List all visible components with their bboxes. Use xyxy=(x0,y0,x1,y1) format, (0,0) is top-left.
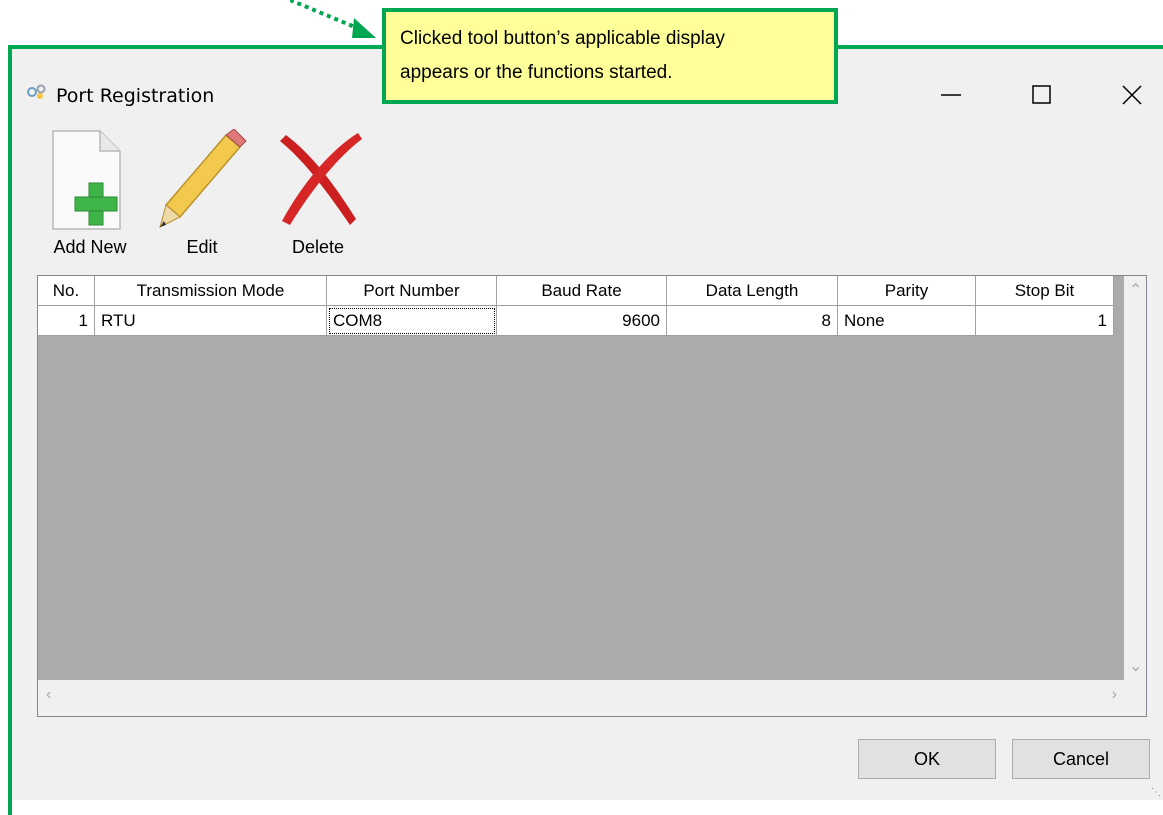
cell-parity[interactable]: None xyxy=(838,306,976,336)
port-registration-window: Port Registration Add New Edit Delete No… xyxy=(12,49,1163,800)
scroll-down-icon[interactable]: ⌄ xyxy=(1129,656,1142,676)
add-new-icon xyxy=(52,130,121,230)
scroll-right-icon[interactable]: › xyxy=(1112,686,1117,704)
grid-header: No. Transmission Mode Port Number Baud R… xyxy=(38,276,1114,306)
minimize-button[interactable] xyxy=(922,75,982,115)
edit-button[interactable]: Edit xyxy=(152,127,252,258)
resize-grip-icon[interactable]: ⋱ xyxy=(1151,787,1161,798)
delete-label: Delete xyxy=(291,237,345,257)
column-header-transmission-mode[interactable]: Transmission Mode xyxy=(95,276,327,306)
close-icon xyxy=(1122,85,1142,105)
scroll-up-icon[interactable]: ⌃ xyxy=(1129,280,1142,300)
maximize-icon xyxy=(1032,85,1051,104)
column-header-no[interactable]: No. xyxy=(38,276,95,306)
minimize-icon xyxy=(941,94,961,96)
add-new-label: Add New xyxy=(53,237,127,257)
window-title: Port Registration xyxy=(56,85,215,107)
port-registration-icon xyxy=(27,84,46,99)
column-header-data-length[interactable]: Data Length xyxy=(667,276,838,306)
cell-port-number[interactable]: COM8 xyxy=(327,306,497,336)
edit-label: Edit xyxy=(186,237,218,257)
cancel-button[interactable]: Cancel xyxy=(1012,739,1150,779)
horizontal-scrollbar[interactable]: ‹ › xyxy=(38,680,1125,716)
annotation-callout: Clicked tool button’s applicable display… xyxy=(382,8,838,104)
callout-line-2: appears or the functions started. xyxy=(400,62,673,83)
annotation-arrow xyxy=(290,0,376,38)
maximize-button[interactable] xyxy=(1012,75,1072,115)
cell-transmission-mode[interactable]: RTU xyxy=(95,306,327,336)
vertical-scrollbar[interactable]: ⌃ ⌄ xyxy=(1124,276,1146,680)
column-header-stop-bit[interactable]: Stop Bit xyxy=(976,276,1114,306)
cell-no[interactable]: 1 xyxy=(38,306,95,336)
close-button[interactable] xyxy=(1102,75,1162,115)
cell-baud-rate[interactable]: 9600 xyxy=(497,306,667,336)
scrollbar-corner xyxy=(1124,680,1146,716)
port-grid[interactable]: No. Transmission Mode Port Number Baud R… xyxy=(37,275,1147,717)
add-new-button[interactable]: Add New xyxy=(40,127,140,258)
column-header-baud-rate[interactable]: Baud Rate xyxy=(497,276,667,306)
ok-button[interactable]: OK xyxy=(858,739,996,779)
callout-line-1: Clicked tool button’s applicable display xyxy=(400,28,725,49)
cell-stop-bit[interactable]: 1 xyxy=(976,306,1114,336)
scroll-left-icon[interactable]: ‹ xyxy=(46,686,51,704)
red-x-icon xyxy=(280,133,362,225)
column-header-parity[interactable]: Parity xyxy=(838,276,976,306)
cell-data-length[interactable]: 8 xyxy=(667,306,838,336)
delete-button[interactable]: Delete xyxy=(268,127,368,258)
column-header-port-number[interactable]: Port Number xyxy=(327,276,497,306)
pencil-icon xyxy=(159,129,247,228)
table-row[interactable]: 1 RTU COM8 9600 8 None 1 xyxy=(38,306,1114,336)
